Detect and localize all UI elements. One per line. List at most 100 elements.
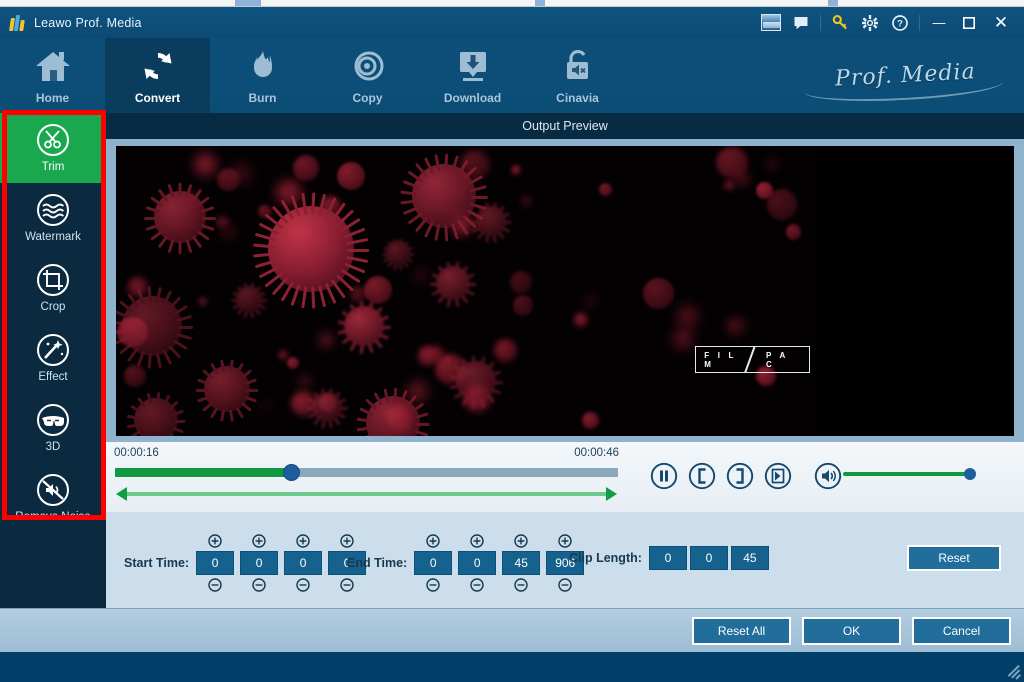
trim-range-line bbox=[123, 492, 610, 496]
dialog-button-bar: Reset All OK Cancel bbox=[0, 608, 1024, 652]
close-button[interactable]: ✕ bbox=[984, 7, 1018, 38]
watermark-right-text: P A C bbox=[766, 351, 801, 369]
end-time-minutes-value[interactable]: 0 bbox=[458, 551, 496, 575]
start-time-hours-value[interactable]: 0 bbox=[196, 551, 234, 575]
reset-button[interactable]: Reset bbox=[907, 545, 1001, 571]
minus-circle-icon[interactable] bbox=[514, 578, 528, 592]
download-icon bbox=[453, 46, 493, 84]
background-window-sliver bbox=[0, 0, 1024, 7]
minus-circle-icon[interactable] bbox=[252, 578, 266, 592]
video-frame-content bbox=[116, 146, 816, 436]
brand-logo: Prof. Media bbox=[800, 42, 1010, 108]
sidebar-item-remove-noise[interactable]: Remove Noise bbox=[0, 463, 106, 533]
sidebar-item-effect[interactable]: Effect bbox=[0, 323, 106, 393]
title-bar-actions: ? — ✕ bbox=[756, 7, 1024, 38]
key-icon[interactable] bbox=[825, 7, 855, 38]
nav-item-burn[interactable]: Burn bbox=[210, 38, 315, 113]
pause-button[interactable] bbox=[646, 458, 682, 494]
start-time-minutes-stepper[interactable]: 0 bbox=[240, 534, 278, 592]
set-end-button[interactable] bbox=[722, 458, 758, 494]
clip-length-minutes: 0 bbox=[690, 546, 728, 570]
seek-slider[interactable] bbox=[115, 468, 618, 477]
sidebar-item-watermark[interactable]: Watermark bbox=[0, 183, 106, 253]
nav-item-copy[interactable]: Copy bbox=[315, 38, 420, 113]
video-preview[interactable]: F I L M P A C bbox=[116, 146, 1014, 436]
window-footer bbox=[0, 652, 1024, 682]
unlock-mute-icon bbox=[558, 46, 598, 84]
volume-button[interactable] bbox=[810, 458, 846, 494]
trim-start-handle[interactable] bbox=[116, 487, 127, 501]
plus-circle-icon[interactable] bbox=[208, 534, 222, 548]
clip-length-seconds: 45 bbox=[731, 546, 769, 570]
clip-length-hours-value: 0 bbox=[649, 546, 687, 570]
trim-fields-panel: Start Time: 0 0 0 0 End bbox=[106, 512, 1024, 608]
svg-text:?: ? bbox=[897, 18, 903, 29]
output-preview-header: Output Preview bbox=[106, 113, 1024, 139]
volume-handle[interactable] bbox=[964, 468, 976, 480]
divider bbox=[820, 15, 821, 31]
end-time-label: End Time: bbox=[347, 556, 407, 570]
video-stage: F I L M P A C bbox=[106, 139, 1024, 442]
plus-circle-icon[interactable] bbox=[514, 534, 528, 548]
minus-circle-icon[interactable] bbox=[426, 578, 440, 592]
minus-circle-icon[interactable] bbox=[558, 578, 572, 592]
plus-circle-icon[interactable] bbox=[252, 534, 266, 548]
plus-circle-icon[interactable] bbox=[470, 534, 484, 548]
seek-handle[interactable] bbox=[283, 464, 300, 481]
cancel-button[interactable]: Cancel bbox=[912, 617, 1011, 645]
application-window: Leawo Prof. Media bbox=[0, 0, 1024, 682]
resize-grip[interactable] bbox=[1005, 664, 1021, 680]
ok-button[interactable]: OK bbox=[802, 617, 901, 645]
clip-length-label: Clip Length: bbox=[569, 551, 642, 565]
start-time-hours-stepper[interactable]: 0 bbox=[196, 534, 234, 592]
nav-item-convert[interactable]: Convert bbox=[105, 38, 210, 113]
nav-item-download[interactable]: Download bbox=[420, 38, 525, 113]
next-frame-button[interactable] bbox=[760, 458, 796, 494]
help-icon[interactable]: ? bbox=[885, 7, 915, 38]
minus-circle-icon[interactable] bbox=[208, 578, 222, 592]
end-time-seconds-stepper[interactable]: 45 bbox=[502, 534, 540, 592]
start-time-seconds-stepper[interactable]: 0 bbox=[284, 534, 322, 592]
leawo-bars-logo-icon bbox=[10, 15, 26, 31]
magic-wand-icon bbox=[36, 333, 70, 367]
minus-circle-icon[interactable] bbox=[470, 578, 484, 592]
crop-icon bbox=[36, 263, 70, 297]
trim-end-handle[interactable] bbox=[606, 487, 617, 501]
filmpac-watermark: F I L M P A C bbox=[695, 346, 810, 373]
sidebar-item-crop[interactable]: Crop bbox=[0, 253, 106, 323]
end-time-minutes-stepper[interactable]: 0 bbox=[458, 534, 496, 592]
sidebar-item-3d[interactable]: 3D bbox=[0, 393, 106, 463]
gear-icon[interactable] bbox=[855, 7, 885, 38]
playback-controls bbox=[646, 458, 848, 494]
minus-circle-icon[interactable] bbox=[296, 578, 310, 592]
nav-item-cinavia[interactable]: Cinavia bbox=[525, 38, 630, 113]
divider bbox=[919, 15, 920, 31]
start-time-minutes-value[interactable]: 0 bbox=[240, 551, 278, 575]
plus-circle-icon[interactable] bbox=[426, 534, 440, 548]
clip-length-group: Clip Length: 0 0 45 bbox=[569, 546, 772, 570]
end-time-hours-value[interactable]: 0 bbox=[414, 551, 452, 575]
start-time-seconds-value[interactable]: 0 bbox=[284, 551, 322, 575]
sidebar-item-trim[interactable]: Trim bbox=[0, 113, 106, 183]
screenshot-thumbnail-icon[interactable] bbox=[756, 7, 786, 38]
feedback-bubble-icon[interactable] bbox=[786, 7, 816, 38]
clip-length-seconds-value: 45 bbox=[731, 546, 769, 570]
end-time-hours-stepper[interactable]: 0 bbox=[414, 534, 452, 592]
sidebar-label: Crop bbox=[41, 301, 66, 313]
trim-range-slider[interactable] bbox=[114, 486, 619, 502]
minimize-button[interactable]: — bbox=[924, 7, 954, 38]
set-start-button[interactable] bbox=[684, 458, 720, 494]
disc-icon bbox=[348, 46, 388, 84]
sidebar-label: 3D bbox=[46, 441, 61, 453]
timeline-panel: 00:00:16 00:00:46 bbox=[106, 442, 1024, 512]
start-time-label: Start Time: bbox=[124, 556, 189, 570]
plus-circle-icon[interactable] bbox=[296, 534, 310, 548]
volume-slider[interactable] bbox=[843, 472, 971, 476]
reset-all-button[interactable]: Reset All bbox=[692, 617, 791, 645]
nav-label: Burn bbox=[249, 91, 277, 105]
maximize-button[interactable] bbox=[954, 7, 984, 38]
nav-item-home[interactable]: Home bbox=[0, 38, 105, 113]
end-time-seconds-value[interactable]: 45 bbox=[502, 551, 540, 575]
seek-progress-fill bbox=[115, 468, 291, 477]
nav-label: Copy bbox=[353, 91, 383, 105]
